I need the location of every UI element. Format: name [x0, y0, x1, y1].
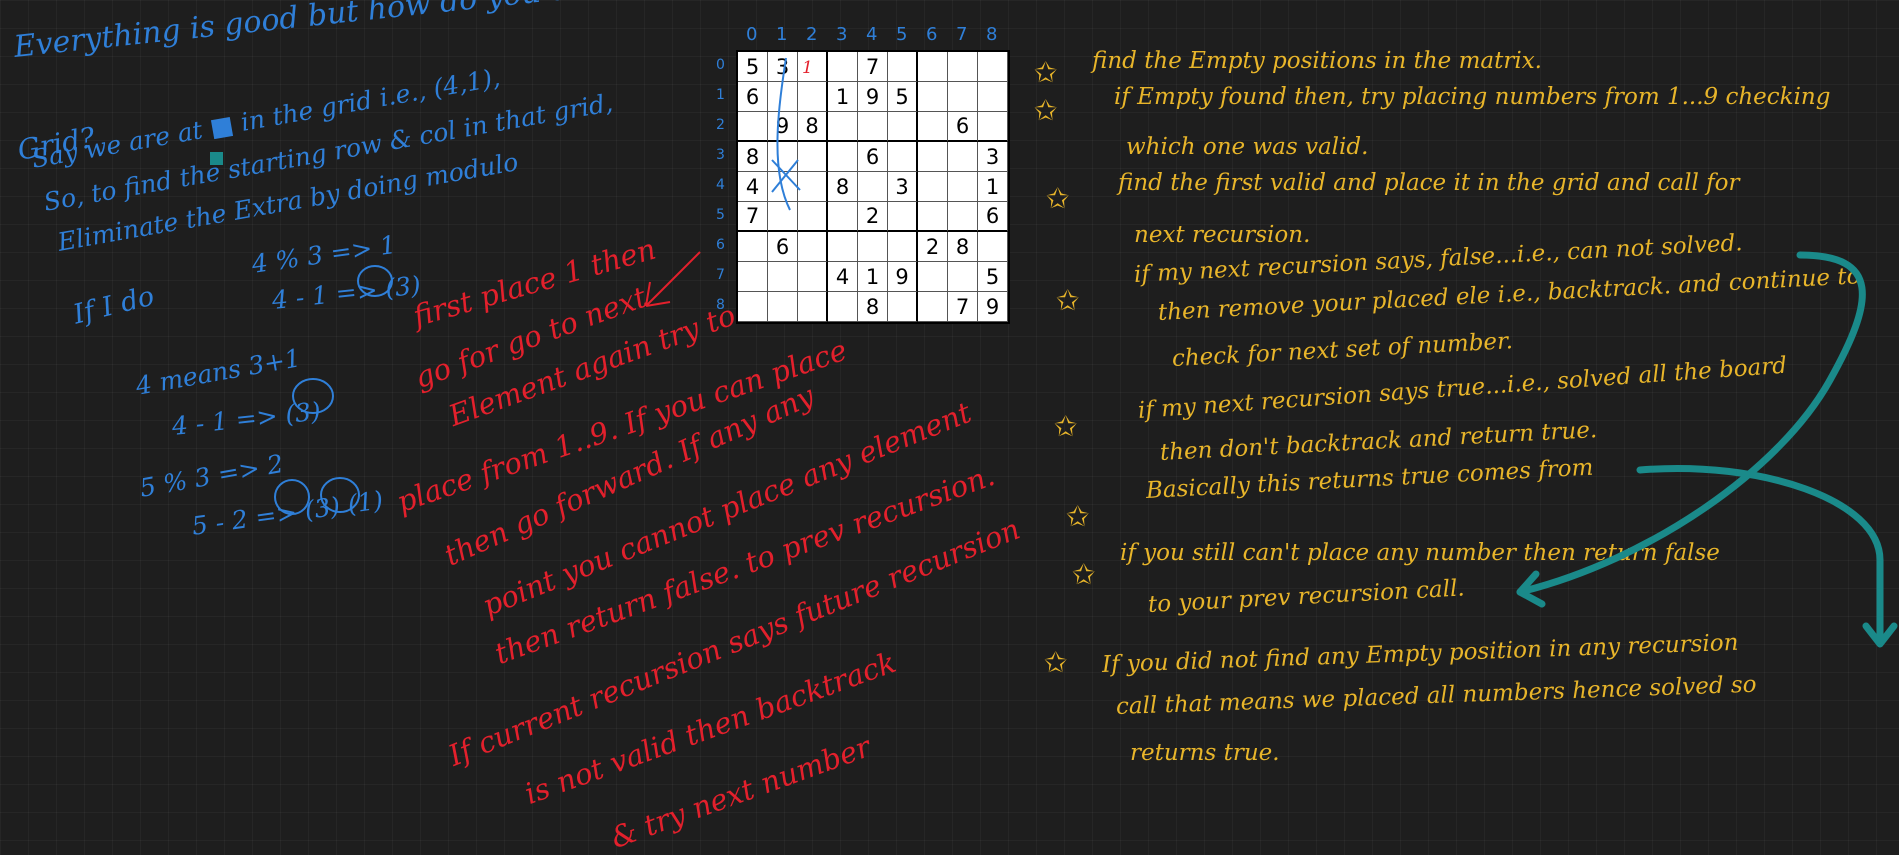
blue-circle [292, 378, 334, 414]
teal-arrow-down-left [1516, 251, 1866, 596]
blue-circle [357, 265, 393, 297]
blue-circle [320, 477, 360, 513]
teal-arrow-right-down [1636, 464, 1884, 644]
blue-cross-stroke [771, 159, 801, 193]
blue-check-stroke [776, 57, 791, 211]
ink-strokes [274, 57, 1898, 648]
red-arrow [645, 251, 701, 307]
blue-circle [274, 479, 310, 515]
